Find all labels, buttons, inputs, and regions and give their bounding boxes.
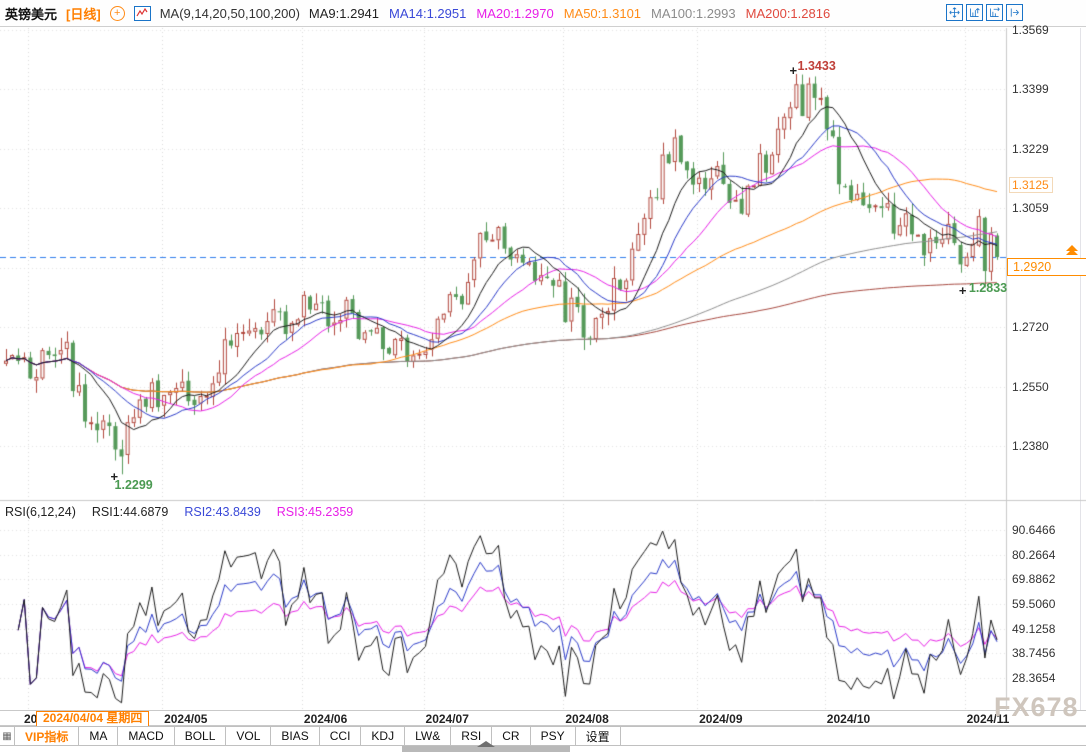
price-tick-label: 1.3399 <box>1012 82 1049 96</box>
rsi-tick-label: 90.6466 <box>1012 523 1055 537</box>
toolbar-item-psy[interactable]: PSY <box>531 727 576 745</box>
rsi-tick-label: 80.2664 <box>1012 548 1055 562</box>
current-price-tag: 1.2920 <box>1007 258 1086 276</box>
up-arrow-icon <box>477 741 495 747</box>
toolbar-item-cci[interactable]: CCI <box>320 727 362 745</box>
rsi-tick-label: 38.7456 <box>1012 646 1055 660</box>
rsi-tick-label: 69.8862 <box>1012 572 1055 586</box>
price-chart-canvas[interactable] <box>0 0 1086 726</box>
date-label: 2024/06 <box>304 712 347 726</box>
toolbar-item-lw&[interactable]: LW& <box>405 727 451 745</box>
price-up-chevron-icon <box>1066 245 1078 253</box>
rsi-tick-label: 28.3654 <box>1012 671 1055 685</box>
date-label: 2024/09 <box>699 712 742 726</box>
rsi-formula-label: RSI(6,12,24) <box>5 505 76 519</box>
toolbar-item-vol[interactable]: VOL <box>226 727 271 745</box>
low-price-label: 1.2833 <box>969 281 1007 295</box>
toolbar-item-cr[interactable]: CR <box>492 727 530 745</box>
rsi-legend-item: RSI3:45.2359 <box>277 505 353 519</box>
date-label: 2024/08 <box>565 712 608 726</box>
rsi-values: RSI1:44.6879 RSI2:43.8439 RSI3:45.2359 <box>84 505 361 519</box>
rsi-legend-item: RSI1:44.6879 <box>92 505 168 519</box>
fx678-watermark: FX678 <box>994 692 1079 723</box>
rsi-tick-label: 59.5060 <box>1012 597 1055 611</box>
high-price-label: 1.3433 <box>798 59 836 73</box>
toolbar-item-macd[interactable]: MACD <box>118 727 174 745</box>
low-price-label: 1.2299 <box>115 478 153 492</box>
price-tick-label: 1.2720 <box>1012 320 1049 334</box>
rsi-tick-label: 49.1258 <box>1012 622 1055 636</box>
high-marker: + <box>790 66 798 76</box>
toolbar-item-vip指标[interactable]: VIP指标 <box>15 727 79 745</box>
toolbar-item-boll[interactable]: BOLL <box>175 727 227 745</box>
ma50-axis-tag: 1.3125 <box>1009 177 1053 193</box>
date-label: 2024/10 <box>827 712 870 726</box>
low-marker: + <box>959 286 967 296</box>
price-tick-label: 1.2380 <box>1012 439 1049 453</box>
chart-app-window: 英镑美元 [日线] + MA(9,14,20,50,100,200) MA9:1… <box>0 0 1086 752</box>
bottom-strip <box>0 746 1086 752</box>
rsi-legend-item: RSI2:43.8439 <box>184 505 260 519</box>
date-label: 2024/07 <box>426 712 469 726</box>
toolbar-item-设置[interactable]: 设置 <box>576 727 621 745</box>
date-label: 2024/05 <box>164 712 207 726</box>
selected-date-box: 2024/04/04 星期四 <box>36 711 149 727</box>
toolbar-item-ma[interactable]: MA <box>79 727 118 745</box>
collapse-panel-handle[interactable] <box>402 746 570 752</box>
date-axis: 2024/04/04 星期四 202024/052024/062024/0720… <box>0 710 1086 726</box>
indicator-menu-icon[interactable]: ▦ <box>0 727 15 745</box>
price-tick-label: 1.3059 <box>1012 201 1049 215</box>
toolbar-item-kdj[interactable]: KDJ <box>361 727 405 745</box>
rsi-legend: RSI(6,12,24) RSI1:44.6879 RSI2:43.8439 RSI3… <box>5 505 369 519</box>
toolbar-item-bias[interactable]: BIAS <box>271 727 319 745</box>
price-tick-label: 1.2550 <box>1012 380 1049 394</box>
price-tick-label: 1.3569 <box>1012 23 1049 37</box>
price-tick-label: 1.3229 <box>1012 142 1049 156</box>
indicator-toolbar: ▦ VIP指标MAMACDBOLLVOLBIASCCIKDJLW&RSICRPS… <box>0 726 1086 746</box>
